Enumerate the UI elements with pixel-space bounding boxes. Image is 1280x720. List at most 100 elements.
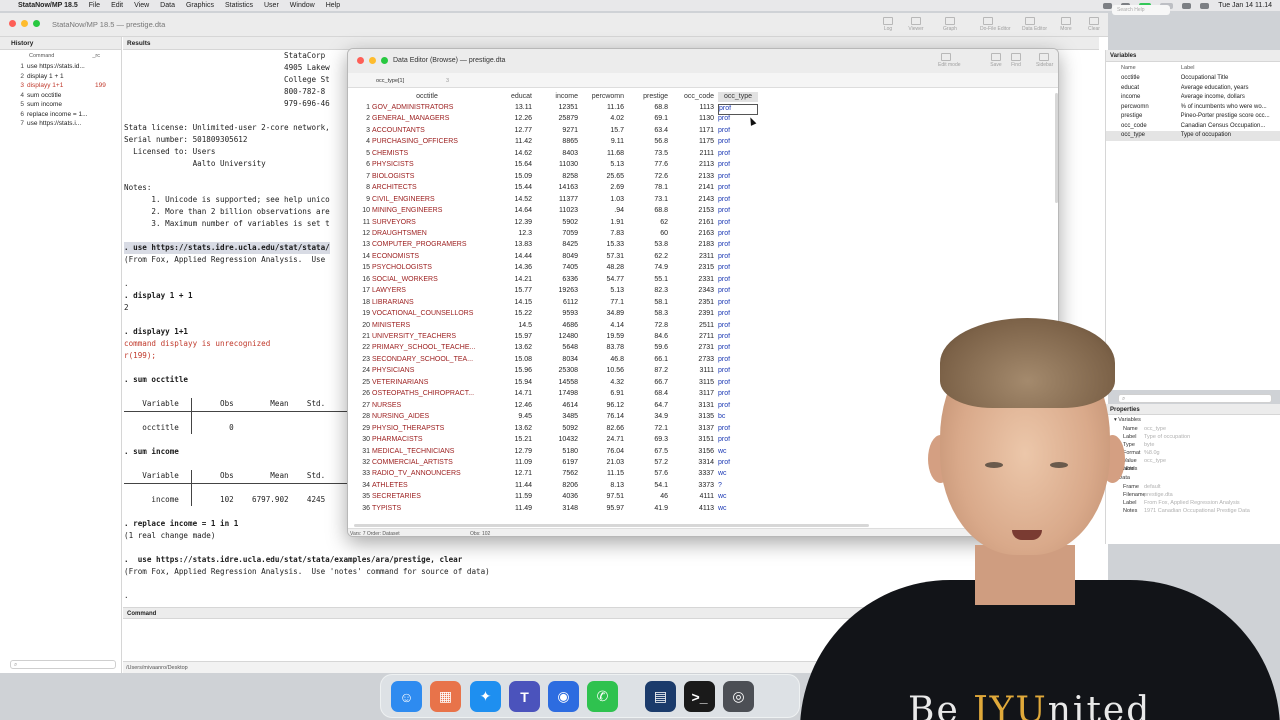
data-cell[interactable]: PHYSICISTS xyxy=(372,161,482,172)
data-cell[interactable]: 14.62 xyxy=(486,150,532,161)
data-cell[interactable]: 2711 xyxy=(672,333,714,344)
find-button[interactable]: Find xyxy=(1008,53,1024,68)
data-cell[interactable]: 55.1 xyxy=(628,276,668,287)
data-cell[interactable]: prof xyxy=(718,138,758,149)
minimize-window-button[interactable] xyxy=(369,57,376,64)
data-cell[interactable]: bc xyxy=(718,413,758,424)
data-cell[interactable]: 15.44 xyxy=(486,184,532,195)
variable-row[interactable]: income Average income, dollars xyxy=(1106,93,1280,103)
data-cell[interactable]: 19263 xyxy=(536,287,578,298)
data-cell[interactable]: prof xyxy=(718,127,758,138)
data-cell[interactable]: 3148 xyxy=(536,505,578,516)
data-cell[interactable]: 4686 xyxy=(536,322,578,333)
data-cell[interactable]: 41.9 xyxy=(628,505,668,516)
menu-user[interactable]: User xyxy=(264,2,279,9)
data-cell[interactable]: BIOLOGISTS xyxy=(372,173,482,184)
history-filter-input[interactable]: ⌕ xyxy=(10,660,116,669)
row-number[interactable]: 1 xyxy=(348,104,370,111)
data-cell[interactable]: 2153 xyxy=(672,207,714,218)
row-number[interactable]: 24 xyxy=(348,367,370,374)
terminal-icon[interactable]: >_ xyxy=(684,681,715,712)
data-cell[interactable]: 13.62 xyxy=(486,425,532,436)
data-cell[interactable]: CIVIL_ENGINEERS xyxy=(372,196,482,207)
data-cell[interactable]: 8425 xyxy=(536,241,578,252)
menu-view[interactable]: View xyxy=(134,2,149,9)
data-cell[interactable]: SECRETARIES xyxy=(372,493,482,504)
row-number[interactable]: 17 xyxy=(348,287,370,294)
history-col-rc[interactable]: _rc xyxy=(92,53,100,62)
zoom-window-button[interactable] xyxy=(381,57,388,64)
data-cell[interactable]: ECONOMISTS xyxy=(372,253,482,264)
data-cell[interactable]: 14.21 xyxy=(486,276,532,287)
data-cell[interactable]: 64.7 xyxy=(628,402,668,413)
data-cell[interactable]: 24.71 xyxy=(582,436,624,447)
viewer-button[interactable]: Viewer xyxy=(908,17,924,32)
data-cell[interactable]: 2511 xyxy=(672,322,714,333)
data-cell[interactable]: prof xyxy=(718,230,758,241)
data-cell[interactable]: 87.2 xyxy=(628,367,668,378)
data-cell[interactable]: 10432 xyxy=(536,436,578,447)
data-cell[interactable]: 7.83 xyxy=(582,230,624,241)
row-number[interactable]: 26 xyxy=(348,390,370,397)
data-cell[interactable]: 2311 xyxy=(672,253,714,264)
data-cell[interactable]: 82.66 xyxy=(582,425,624,436)
data-cell[interactable]: 11.49 xyxy=(486,505,532,516)
data-cell[interactable]: TYPISTS xyxy=(372,505,482,516)
data-cell[interactable]: PRIMARY_SCHOOL_TEACHE... xyxy=(372,344,482,355)
do-file-editor-button[interactable]: Do-File Editor xyxy=(980,17,1011,32)
data-cell[interactable]: DRAUGHTSMEN xyxy=(372,230,482,241)
data-cell[interactable]: 58.3 xyxy=(628,310,668,321)
data-cell[interactable]: 15.97 xyxy=(486,333,532,344)
row-number[interactable]: 3 xyxy=(348,127,370,134)
menu-app-name[interactable]: StataNow/MP 18.5 xyxy=(18,2,78,9)
close-window-button[interactable] xyxy=(9,20,16,27)
horizontal-scrollbar[interactable] xyxy=(354,524,869,527)
data-cell[interactable]: prof xyxy=(718,264,758,275)
data-cell[interactable]: 2315 xyxy=(672,264,714,275)
zoom-window-button[interactable] xyxy=(33,20,40,27)
data-cell[interactable]: PHARMACISTS xyxy=(372,436,482,447)
data-cell[interactable]: 11.42 xyxy=(486,138,532,149)
data-cell[interactable]: 14.71 xyxy=(486,390,532,401)
data-cell[interactable]: 9.45 xyxy=(486,413,532,424)
menu-help[interactable]: Help xyxy=(326,2,340,9)
data-cell[interactable]: 4.32 xyxy=(582,379,624,390)
data-cell[interactable]: 25308 xyxy=(536,367,578,378)
data-cell[interactable]: 76.04 xyxy=(582,448,624,459)
row-number[interactable]: 11 xyxy=(348,219,370,226)
data-cell[interactable]: UNIVERSITY_TEACHERS xyxy=(372,333,482,344)
data-cell[interactable]: 4614 xyxy=(536,402,578,413)
data-cell[interactable]: 57.31 xyxy=(582,253,624,264)
menu-statistics[interactable]: Statistics xyxy=(225,2,253,9)
more-button[interactable]: More xyxy=(1058,17,1074,32)
data-cell[interactable]: 14163 xyxy=(536,184,578,195)
data-cell[interactable]: prof xyxy=(718,207,758,218)
variable-row[interactable]: prestige Pineo-Porter prestige score occ.… xyxy=(1106,112,1280,122)
data-cell[interactable]: 15.08 xyxy=(486,356,532,367)
row-number[interactable]: 16 xyxy=(348,276,370,283)
data-cell[interactable]: 12351 xyxy=(536,104,578,115)
data-cell[interactable]: 2733 xyxy=(672,356,714,367)
data-cell[interactable]: 14.5 xyxy=(486,322,532,333)
data-cell[interactable]: 15.7 xyxy=(582,127,624,138)
row-number[interactable]: 4 xyxy=(348,138,370,145)
row-number[interactable]: 14 xyxy=(348,253,370,260)
data-cell[interactable]: prof xyxy=(718,161,758,172)
data-cell[interactable]: prof xyxy=(718,150,758,161)
data-cell[interactable]: 14.44 xyxy=(486,253,532,264)
data-cell[interactable]: 2331 xyxy=(672,276,714,287)
row-number[interactable]: 8 xyxy=(348,184,370,191)
history-row[interactable]: 1 use https://stats.id... xyxy=(0,62,121,72)
record-icon[interactable] xyxy=(1103,2,1113,9)
data-cell[interactable]: prof xyxy=(718,299,758,310)
row-number[interactable]: 25 xyxy=(348,379,370,386)
data-editor-button[interactable]: Data Editor xyxy=(1022,17,1047,32)
data-cell[interactable]: 2113 xyxy=(672,161,714,172)
data-cell[interactable]: 19.59 xyxy=(582,333,624,344)
data-cell[interactable]: 4036 xyxy=(536,493,578,504)
row-number[interactable]: 36 xyxy=(348,505,370,512)
minimize-window-button[interactable] xyxy=(21,20,28,27)
data-cell[interactable]: 12.46 xyxy=(486,402,532,413)
data-cell[interactable]: ? xyxy=(718,482,758,493)
data-cell[interactable]: GENERAL_MANAGERS xyxy=(372,115,482,126)
